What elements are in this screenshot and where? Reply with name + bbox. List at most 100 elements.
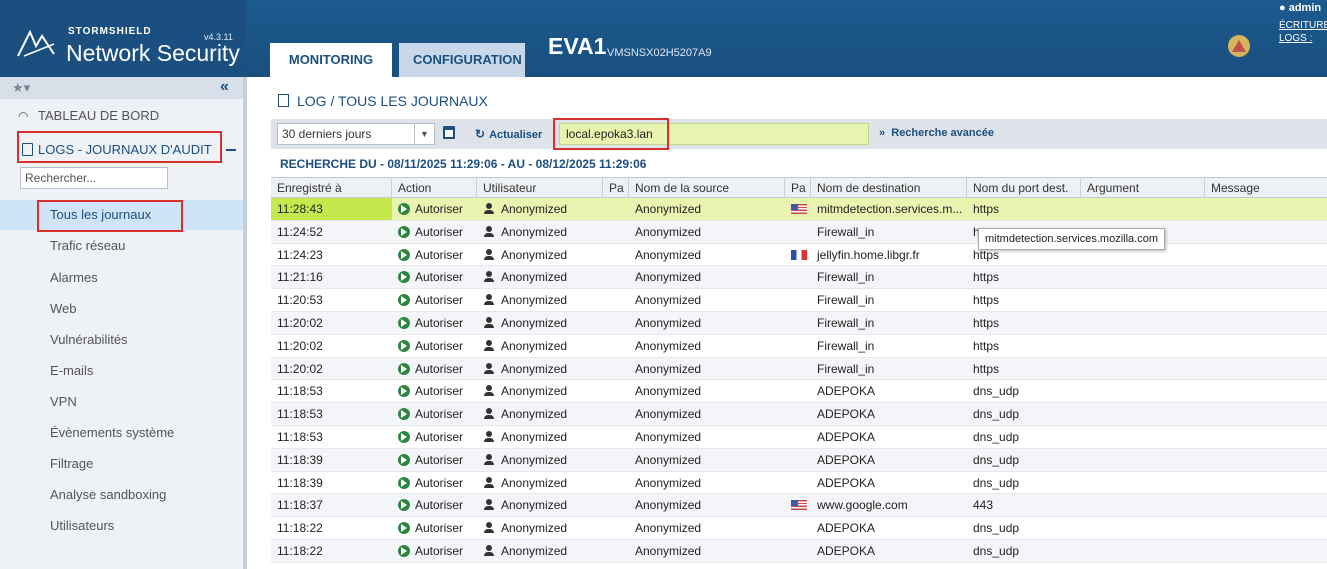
col-argument[interactable]: Argument: [1081, 178, 1205, 199]
col-message[interactable]: Message: [1205, 178, 1327, 199]
user-icon: [483, 362, 495, 374]
sidebar-item-filtrage[interactable]: Filtrage: [0, 449, 243, 479]
cell-port: dns_udp: [973, 407, 1020, 422]
table-row[interactable]: 11:24:52 Autoriser Anonymized Anonymized Fir…: [271, 220, 1327, 244]
star-icon[interactable]: ★▾: [12, 80, 30, 96]
tab-configuration[interactable]: CONFIGURATION: [399, 43, 525, 77]
sidebar-item-vulnerabilites[interactable]: Vulnérabilités: [0, 325, 243, 355]
sidebar-item-vpn[interactable]: VPN: [0, 387, 243, 417]
cell-port: https: [973, 202, 1000, 216]
table-row[interactable]: 11:28:43 Autoriser Anonymized Anonymized mit…: [271, 198, 1327, 221]
nav-dashboard[interactable]: ◠ TABLEAU DE BORD: [0, 103, 243, 129]
cell-source: Anonymized: [635, 475, 702, 490]
collapse-sidebar-button[interactable]: «: [220, 78, 229, 96]
cell-action-label: Autoriser: [415, 429, 464, 444]
search-range: RECHERCHE DU - 08/11/2025 11:29:06 - AU …: [280, 157, 647, 171]
us-flag-icon: [791, 204, 807, 214]
cell-port: https: [973, 293, 1000, 308]
collapse-section-icon[interactable]: [226, 149, 236, 151]
col-pays-dest[interactable]: Pa: [785, 178, 811, 199]
chevron-down-icon[interactable]: ▼: [414, 123, 434, 145]
sidebar-item-emails[interactable]: E-mails: [0, 356, 243, 386]
cell-source: Anonymized: [635, 361, 702, 376]
cell-time: 11:18:37: [277, 498, 323, 513]
col-action[interactable]: Action: [392, 178, 477, 199]
table-row[interactable]: 11:18:53 Autoriser Anonymized Anonymized ADE…: [271, 380, 1327, 404]
cell-user: Anonymized: [477, 244, 603, 266]
table-row[interactable]: 11:20:02 Autoriser Anonymized Anonymized Fir…: [271, 335, 1327, 358]
col-destination[interactable]: Nom de destination: [811, 178, 967, 199]
table-row[interactable]: 11:18:22 Autoriser Anonymized Anonymized ADE…: [271, 517, 1327, 540]
table-row[interactable]: 11:21:16 Autoriser Anonymized Anonymized Fir…: [271, 266, 1327, 290]
refresh-button[interactable]: ↻ Actualiser: [475, 127, 542, 141]
table-row[interactable]: 11:18:22 Autoriser Anonymized Anonymized ADE…: [271, 539, 1327, 563]
table-row[interactable]: 11:18:53 Autoriser Anonymized Anonymized ADE…: [271, 403, 1327, 426]
sidebar-scrollbar[interactable]: [243, 77, 247, 569]
highlight-box: [553, 118, 669, 150]
cell-port: dns_udp: [973, 543, 1020, 558]
cell-user-label: Anonymized: [501, 452, 568, 467]
sidebar-item-trafic-reseau[interactable]: Trafic réseau: [0, 231, 243, 261]
cell-action: Autoriser: [392, 472, 477, 494]
sidebar-item-utilisateurs[interactable]: Utilisateurs: [0, 511, 243, 541]
cell-dest-country: [785, 426, 811, 448]
allow-icon: [398, 316, 410, 329]
col-pays-source[interactable]: Pa: [603, 178, 629, 199]
cell-time: 11:20:02: [277, 315, 323, 330]
table-row[interactable]: 11:20:02 Autoriser Anonymized Anonymized Fir…: [271, 357, 1327, 381]
col-enregistre[interactable]: Enregistré à: [271, 178, 392, 199]
cell-time: 11:20:02: [277, 338, 323, 353]
cell-port: dns_udp: [973, 429, 1020, 444]
cell-action: Autoriser: [392, 403, 477, 425]
cell-time: 11:28:43: [271, 198, 392, 220]
cell-user-label: Anonymized: [501, 543, 568, 558]
tooltip: mitmdetection.services.mozilla.com: [978, 228, 1165, 250]
cell-user-label: Anonymized: [501, 521, 568, 536]
sidebar-item-analyse-sandboxing[interactable]: Analyse sandboxing: [0, 480, 243, 510]
cell-user: Anonymized: [477, 358, 603, 380]
warning-triangle-icon[interactable]: [1228, 35, 1250, 57]
col-port[interactable]: Nom du port dest.: [967, 178, 1081, 199]
sidebar-search-input[interactable]: [20, 167, 168, 189]
col-utilisateur[interactable]: Utilisateur: [477, 178, 603, 199]
cell-user: Anonymized: [477, 266, 603, 288]
table-row[interactable]: 11:24:23 Autoriser Anonymized Anonymized jel…: [271, 244, 1327, 267]
table-row[interactable]: 11:18:39 Autoriser Anonymized Anonymized ADE…: [271, 472, 1327, 495]
period-value: 30 derniers jours: [282, 127, 372, 141]
table-row[interactable]: 11:18:53 Autoriser Anonymized Anonymized ADE…: [271, 426, 1327, 449]
table-row[interactable]: 11:20:02 Autoriser Anonymized Anonymized Fir…: [271, 311, 1327, 335]
table-row[interactable]: 11:18:39 Autoriser Anonymized Anonymized ADE…: [271, 448, 1327, 472]
cell-port: dns_udp: [973, 475, 1020, 490]
cell-source: Anonymized: [635, 224, 702, 239]
cell-port: https: [973, 338, 1000, 353]
product-name: Network Security: [66, 40, 240, 66]
cell-user: Anonymized: [477, 540, 603, 562]
cell-user-label: Anonymized: [501, 429, 568, 444]
admin-user[interactable]: ● admin: [1279, 2, 1321, 14]
tab-monitoring[interactable]: MONITORING: [270, 43, 392, 77]
sidebar-item-alarmes[interactable]: Alarmes: [0, 263, 243, 293]
advanced-search-button[interactable]: » Recherche avancée: [879, 127, 994, 139]
user-icon: [483, 499, 495, 511]
sidebar-item-evenements-systeme[interactable]: Évènements système: [0, 418, 243, 448]
table-row[interactable]: 11:18:37 Autoriser Anonymized Anonymized www…: [271, 494, 1327, 518]
logs-access-link[interactable]: LOGS :: [1279, 33, 1312, 44]
cell-time: 11:18:22: [277, 543, 323, 558]
cell-source: Anonymized: [635, 452, 702, 467]
cell-dest-country: [785, 472, 811, 494]
firewall-name: EVA1: [548, 33, 607, 59]
sidebar-item-web[interactable]: Web: [0, 294, 243, 324]
table-row[interactable]: 11:20:53 Autoriser Anonymized Anonymized Fir…: [271, 289, 1327, 312]
cell-destination: www.google.com: [817, 498, 908, 513]
cell-dest-country: [785, 358, 811, 380]
calendar-icon[interactable]: [443, 126, 455, 139]
cell-dest-country: [785, 540, 811, 562]
cell-source: Anonymized: [635, 315, 702, 330]
table-header: Enregistré à Action Utilisateur Pa Nom d…: [271, 177, 1327, 199]
toolbar: 30 derniers jours ▼ ↻Actualiser » Recher…: [271, 119, 1327, 149]
write-access-link[interactable]: ÉCRITURE: [1279, 20, 1327, 31]
period-select[interactable]: 30 derniers jours ▼: [277, 123, 435, 145]
col-source[interactable]: Nom de la source: [629, 178, 785, 199]
us-flag-icon: [791, 500, 807, 511]
cell-port: dns_udp: [973, 384, 1020, 399]
